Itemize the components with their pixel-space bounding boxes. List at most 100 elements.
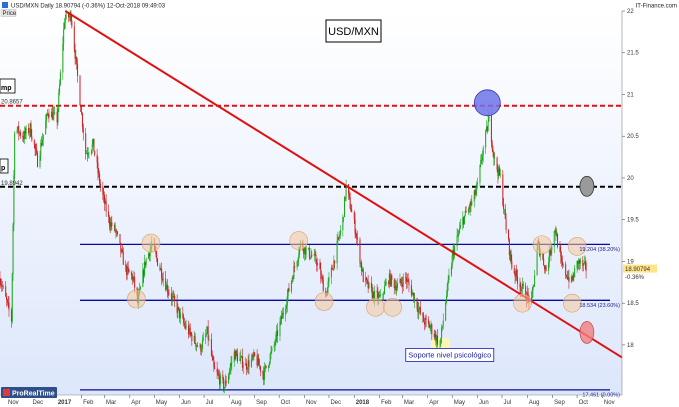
candle-body (488, 115, 490, 122)
candle-body (286, 305, 288, 309)
candle-body (459, 228, 461, 233)
candle-body (496, 157, 498, 170)
x-tick-label: Sep (554, 400, 565, 406)
candle-body (105, 200, 107, 212)
candle-body (64, 18, 66, 23)
candle-body (350, 208, 352, 212)
candle-body (396, 287, 398, 292)
candle-body (45, 121, 47, 135)
candle-body (246, 363, 248, 370)
candle-body (477, 182, 479, 185)
candle-body (71, 20, 73, 27)
candle-body (25, 127, 27, 134)
candle-body (400, 278, 402, 283)
candle-body (534, 275, 536, 285)
level-label-fib-38: 19.204 (38.20%) (579, 247, 620, 253)
candle-body (431, 324, 433, 335)
y-tick-label: 22 (627, 9, 634, 15)
candle-body (296, 261, 298, 268)
candle-body (503, 204, 505, 210)
candle-body (285, 308, 287, 315)
red-circle (579, 321, 595, 344)
candle-body (422, 313, 424, 316)
candle-body (351, 211, 353, 213)
candle-body (263, 367, 265, 380)
candle-body (334, 260, 336, 264)
candle-body (451, 255, 453, 267)
annotations: Soporte nivel psicológico (405, 348, 495, 362)
candle-body (246, 369, 248, 370)
candle-body (189, 327, 191, 333)
candle-body (322, 279, 324, 292)
x-tick-label: Feb (381, 400, 392, 406)
candle-body (463, 215, 465, 224)
candle-body (583, 263, 585, 266)
candle-body (485, 130, 487, 148)
candle-body (568, 276, 570, 282)
candle-body (331, 267, 333, 270)
x-tick-label: Dec (33, 400, 44, 406)
candle-body (441, 326, 443, 328)
gray-circle (579, 175, 595, 197)
candle-body (185, 325, 187, 328)
candle-body (343, 197, 345, 218)
candle-body (383, 286, 385, 294)
candle-body (54, 111, 56, 113)
level-label-dashed-support: 19.8942 (1, 181, 23, 187)
candle-body (119, 234, 121, 243)
candle-body (423, 315, 425, 322)
candle-body (338, 237, 340, 238)
candle-body (311, 255, 313, 257)
candle-body (519, 283, 521, 288)
candle-body (1, 284, 3, 287)
candle-body (19, 132, 21, 136)
candle-body (85, 133, 87, 154)
candle-body (359, 239, 361, 264)
candle-body (499, 174, 501, 176)
candle-body (237, 353, 239, 362)
candle-body (99, 173, 101, 184)
candle-body (293, 266, 295, 279)
candle-body (216, 368, 218, 373)
candle-body (557, 233, 559, 247)
candle-body (531, 290, 533, 298)
candle-body (418, 308, 420, 313)
candle-body (536, 249, 538, 276)
candle-body (228, 374, 230, 384)
candle-body (76, 56, 78, 65)
candle-body (274, 343, 276, 345)
candle-body (31, 136, 33, 141)
candle-body (202, 337, 204, 341)
candle-body (139, 286, 141, 290)
candle-body (122, 252, 124, 265)
candle-body (511, 260, 513, 268)
price-tag: Price (3, 11, 17, 17)
candle-body (125, 264, 127, 267)
candle-body (560, 251, 562, 257)
x-tick-label: Nov (8, 400, 19, 406)
candle-body (542, 253, 544, 259)
candle-body (90, 150, 92, 154)
top-circle (473, 89, 501, 117)
candle-body (308, 247, 310, 258)
candle-body (548, 262, 550, 271)
candle-body (182, 312, 184, 318)
candle-body (222, 374, 224, 379)
x-tick-label: Aug (231, 400, 242, 406)
candle-body (223, 387, 225, 389)
candle-body (36, 149, 38, 153)
y-tick-label: 18 (627, 343, 634, 349)
candle-body (217, 372, 219, 375)
candle-body (242, 365, 244, 368)
candle-body (419, 307, 421, 314)
candle-body (14, 133, 16, 176)
candle-body (294, 266, 296, 268)
candle-body (87, 154, 89, 155)
candle-body (22, 135, 24, 138)
candle-body (271, 347, 273, 352)
candle-body (502, 174, 504, 205)
candle-body (12, 224, 14, 274)
candle-body (355, 233, 357, 236)
candle-body (269, 354, 271, 363)
candle-body (219, 374, 221, 385)
